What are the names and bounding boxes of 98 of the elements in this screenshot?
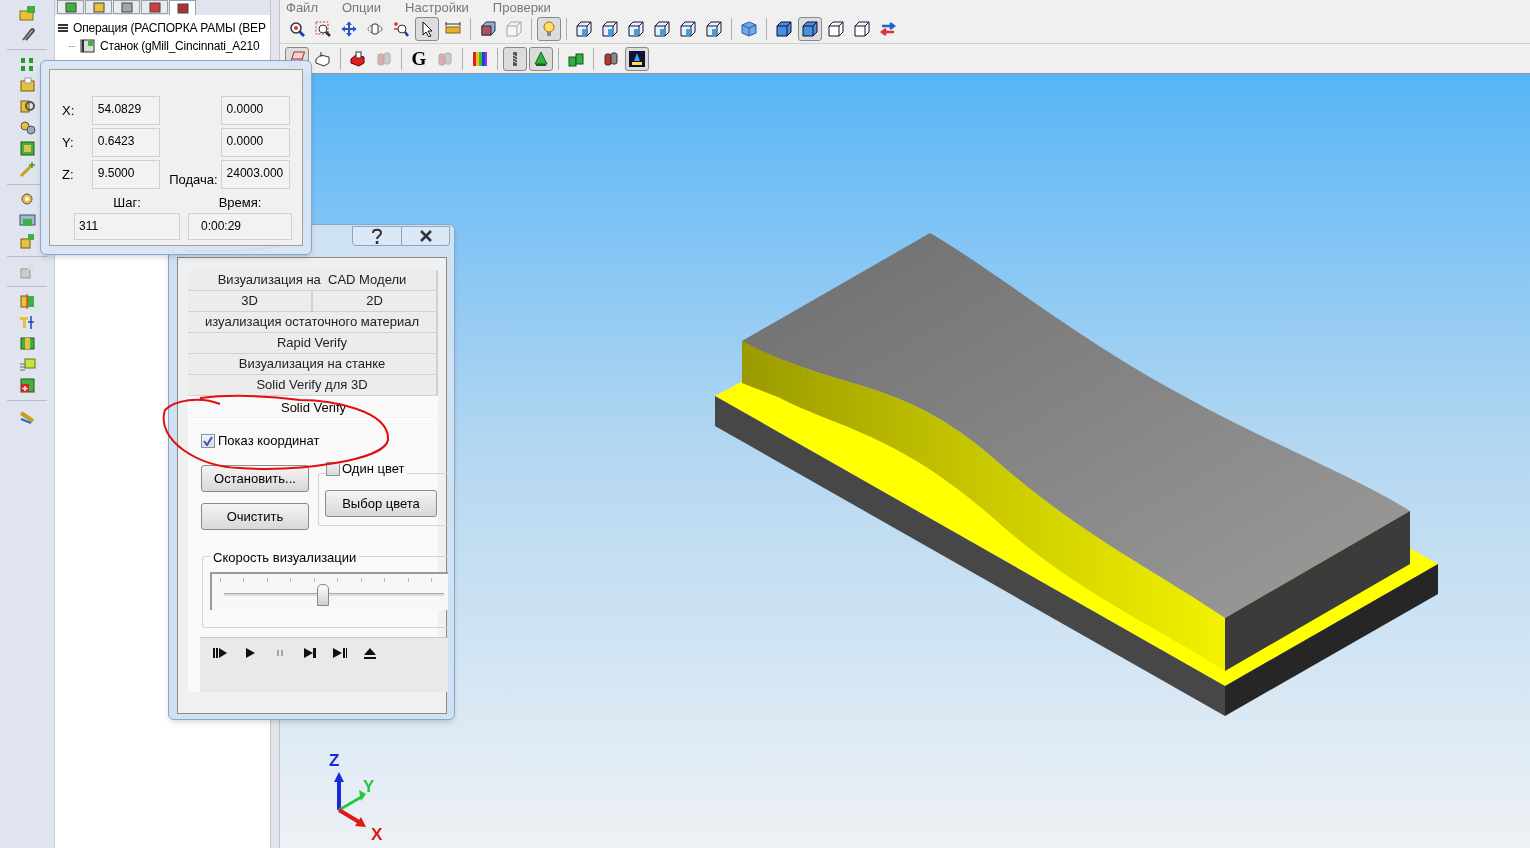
stop-button[interactable]: Остановить... [201,465,309,492]
question-mark-icon [372,228,382,244]
four-arrows-icon [341,20,357,37]
slider-thumb[interactable] [317,584,329,606]
tab[interactable]: Визуализация на станке [188,354,438,375]
cubes-icon [568,50,584,67]
clear-button[interactable]: Очистить [201,503,309,530]
step-play-icon [212,646,228,660]
panel-tab-icon [148,1,161,13]
magnifier-icon [289,20,305,37]
wireframe-cube-icon [628,20,644,37]
tab[interactable]: Визуализация на CAD Модели [188,270,438,291]
rainbow-icon [472,50,488,67]
coordinate-field: 54.0829 [91,96,161,125]
machine-icon [80,39,95,53]
toolbar-button[interactable] [415,16,439,41]
step-field: 311 [74,213,180,240]
wand-icon [18,161,36,178]
wireframe-cube-icon [602,20,618,37]
panel-tab[interactable] [57,0,84,14]
pointer-icon [419,20,435,37]
ruler-icon [445,20,461,37]
cube-icon [480,20,496,37]
panel-tab-icon [64,1,77,13]
panel-tab-icon [120,1,133,13]
menu-item[interactable]: Опции [341,0,382,14]
panel-tab[interactable] [113,0,140,14]
menu-item[interactable]: Проверки [492,0,551,14]
toolbar-button[interactable] [503,46,527,71]
playback-button[interactable] [212,646,228,660]
playback-button[interactable] [362,646,378,660]
swap-arrows-icon [880,20,896,37]
coordinate-field: 0.0000 [220,128,290,157]
help-button[interactable] [352,226,402,246]
x-axis-label: X [371,826,383,843]
choose-color-button[interactable]: Выбор цвета [325,490,437,517]
shaded-cube-icon [741,20,757,37]
gears-icon [18,119,36,136]
tree-item[interactable]: Операция (РАСПОРКА РАМЫ (ВЕР [73,19,266,37]
menu-item[interactable]: Настройки [405,0,469,14]
tab[interactable]: Solid Verify для 3D [188,375,438,396]
skip-forward-icon [302,646,318,660]
coordinate-field: 0.6423 [91,128,161,157]
playback-button[interactable] [302,646,318,660]
panel-tab[interactable] [141,0,168,14]
menu-item[interactable]: Файл [286,0,318,14]
coordinate-field: 9.5000 [91,160,161,189]
tab[interactable]: 3D [188,291,313,312]
gears-icon [18,191,36,208]
step-label: Шаг: [113,194,141,212]
close-icon [418,230,433,242]
rotate-icon [367,20,383,37]
check-icon [203,435,213,446]
wireframe-cube-icon [576,20,592,37]
axis-label: Z: [62,165,75,184]
operation-icon [57,22,69,34]
one-color-checkbox[interactable]: Один цвет [326,459,408,479]
cube-icon [776,20,792,37]
feed-field: 24003.000 [220,160,290,189]
grid-icon [18,56,36,73]
wireframe-cube-icon [680,20,696,37]
wireframe-cube-icon [854,20,870,37]
close-button[interactable] [402,226,450,246]
skip-to-end-icon [332,646,348,660]
toolbar-button[interactable] [625,46,649,71]
coordinate-field: 0.0000 [220,96,290,125]
playback-button[interactable] [332,646,348,660]
zoom-window-icon [315,20,331,37]
wireframe-cube-icon [654,20,670,37]
tab[interactable]: изуализация остаточного материал [188,312,438,333]
eject-icon [362,646,378,660]
cube-icon [802,20,818,37]
screen-icon [629,50,645,67]
light-bulb-icon [541,20,557,37]
toolbar-button[interactable] [529,46,553,71]
wireframe-cube-icon [828,20,844,37]
z-axis-label: Z [329,752,340,769]
folder-icon [18,5,36,22]
panel-tab-icon [92,1,105,13]
chain-link-icon [603,50,619,67]
tab[interactable]: 2D [313,291,438,312]
axis-label: Y: [62,133,75,152]
tab[interactable]: Solid Verify [188,396,438,417]
panel-tab[interactable] [169,0,196,15]
toolbar-button[interactable]: G [407,46,431,71]
axis-label: X: [62,101,76,120]
toolbar-button[interactable] [798,16,822,41]
panel-tab-icon [176,2,189,14]
magnifier-plus-minus-icon [393,20,409,37]
wireframe-cube-icon [706,20,722,37]
y-axis-label: Y [363,778,375,795]
chain-link-icon [437,50,453,67]
feed-label: Подача: [168,170,219,189]
tab[interactable]: Rapid Verify [188,333,438,354]
cone-icon [533,50,549,67]
tree-item[interactable]: Станок (gMill_Cincinnati_A210 [100,37,260,55]
chain-link-icon [376,50,392,67]
wireframe-cube-icon [506,20,522,37]
